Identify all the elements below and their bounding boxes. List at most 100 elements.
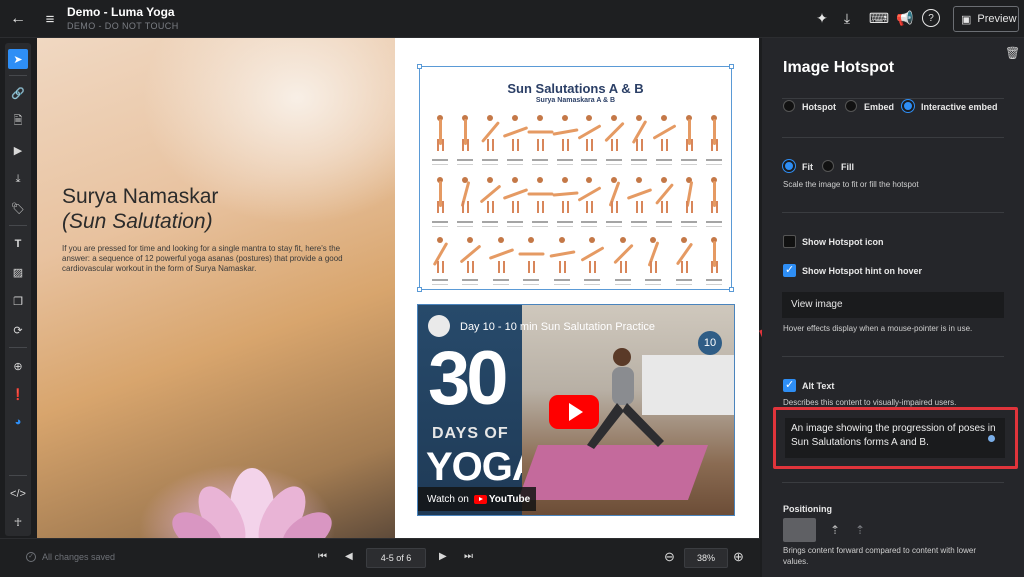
page-body-text[interactable]: If you are pressed for time and looking … <box>62 244 362 274</box>
preview-label: Preview <box>977 13 1017 25</box>
positioning-help: Brings content forward compared to conte… <box>783 546 976 566</box>
page-heading[interactable]: Surya Namaskar <box>62 185 218 209</box>
video-day-badge: 10 <box>698 331 722 355</box>
alt-text-input[interactable]: An image showing the progression of pose… <box>785 418 1005 458</box>
panel-divider <box>782 137 1004 138</box>
next-page-icon[interactable]: ▶ <box>439 551 447 562</box>
zoom-level[interactable]: 38% <box>684 548 728 568</box>
video-cover-number: 30 <box>428 336 509 421</box>
image-hotspot[interactable]: Sun Salutations A & B Surya Namaskara A … <box>417 64 734 292</box>
poster-title: Sun Salutations A & B <box>507 81 644 96</box>
show-hotspot-hint-label[interactable]: Show Hotspot hint on hover <box>802 266 922 276</box>
toolbar-divider <box>9 225 27 226</box>
fit-help-text: Scale the image to fit or fill the hotsp… <box>783 180 919 189</box>
video-embed[interactable]: 30 DAYS OF YOGA Day 10 - 10 min Sun Salu <box>417 304 735 516</box>
show-hotspot-icon-checkbox[interactable] <box>783 235 796 248</box>
radio-hotspot[interactable] <box>783 100 795 112</box>
properties-panel: 🗑 Image Hotspot Hotspot Embed Interactiv… <box>762 38 1024 577</box>
youtube-label: YouTube <box>488 493 531 505</box>
info-badge-icon[interactable]: ❗ <box>8 384 28 404</box>
megaphone-icon[interactable]: 📢 <box>896 9 914 27</box>
import-icon[interactable]: ⤓ <box>8 169 28 189</box>
pose-caption-row <box>432 159 722 165</box>
radio-embed[interactable] <box>845 100 857 112</box>
text-icon[interactable]: T <box>8 234 28 254</box>
channel-avatar[interactable] <box>428 315 450 337</box>
positioning-value-field[interactable] <box>783 518 816 542</box>
select-pointer-icon[interactable]: ➤ <box>8 49 28 69</box>
radio-interactive-embed[interactable] <box>902 100 914 112</box>
radio-fit[interactable] <box>783 160 795 172</box>
add-circle-icon[interactable]: ⊕ <box>8 356 28 376</box>
resize-handle[interactable] <box>417 287 422 292</box>
magic-wand-icon[interactable]: ✦ <box>813 9 831 27</box>
toolbar-divider <box>9 75 27 76</box>
tag-icon[interactable]: 🏷 <box>8 198 28 218</box>
page-right[interactable]: Sun Salutations A & B Surya Namaskara A … <box>395 38 759 538</box>
top-bar: ← ≡ Demo - Luma Yoga DEMO - DO NOT TOUCH… <box>0 0 1024 38</box>
pose-caption-row <box>432 221 722 227</box>
last-page-icon[interactable]: ⏭ <box>464 551 473 562</box>
hover-help-text: Hover effects display when a mouse-point… <box>783 324 973 333</box>
radio-interactive-embed-label[interactable]: Interactive embed <box>921 102 998 112</box>
watch-on-youtube-button[interactable]: Watch on YouTube <box>418 487 536 511</box>
radio-fit-label[interactable]: Fit <box>802 162 813 172</box>
layers-icon[interactable]: ❐ <box>8 291 28 311</box>
refresh-icon[interactable]: ⟳ <box>8 320 28 340</box>
first-page-icon[interactable]: ⏮ <box>318 551 327 562</box>
editor-app: ← ≡ Demo - Luma Yoga DEMO - DO NOT TOUCH… <box>0 0 1024 577</box>
code-icon[interactable]: </> <box>8 484 28 504</box>
pose-caption-row <box>432 279 722 285</box>
trash-icon[interactable]: 🗑 <box>1005 46 1020 60</box>
zoom-out-icon[interactable]: ⊖ <box>664 549 675 565</box>
link-icon[interactable]: 🔗 <box>8 83 28 103</box>
project-subtitle: DEMO - DO NOT TOUCH <box>67 21 179 31</box>
zoom-in-icon[interactable]: ⊕ <box>733 549 744 565</box>
play-button-icon[interactable] <box>549 395 599 429</box>
youtube-logo-icon: YouTube <box>473 493 531 505</box>
resize-handle[interactable] <box>729 287 734 292</box>
page-subheading[interactable]: (Sun Salutation) <box>62 210 213 234</box>
video-cover-days: DAYS OF <box>432 425 509 442</box>
panel-divider <box>782 482 1004 483</box>
pose-row <box>432 115 722 155</box>
video-thumbnail-cover: 30 DAYS OF YOGA <box>418 305 541 515</box>
radio-embed-label[interactable]: Embed <box>864 102 894 112</box>
show-hotspot-icon-label[interactable]: Show Hotspot icon <box>802 237 884 247</box>
panel-divider <box>782 356 1004 357</box>
panel-divider <box>782 98 1004 99</box>
back-arrow-icon[interactable]: ← <box>8 9 28 29</box>
download-icon[interactable]: ⤓ <box>838 9 856 27</box>
bring-forward-icon[interactable]: ⇡ <box>830 523 840 537</box>
video-title[interactable]: Day 10 - 10 min Sun Salutation Practice <box>460 321 655 333</box>
keyboard-icon[interactable]: ⌨ <box>869 9 889 27</box>
send-backward-icon[interactable]: ⇡ <box>855 523 865 537</box>
radio-hotspot-label[interactable]: Hotspot <box>802 102 836 112</box>
hotspot-icon[interactable]: ◕ <box>8 412 28 432</box>
resize-handle[interactable] <box>729 64 734 69</box>
previous-page-icon[interactable]: ◀ <box>345 551 353 562</box>
panel-title: Image Hotspot <box>783 59 895 76</box>
pose-row <box>432 237 722 277</box>
page-icon[interactable]: 🗎 <box>8 111 28 131</box>
bottom-bar: ✓ All changes saved ⏮ ◀ 4-5 of 6 ▶ ⏭ ⊖ 3… <box>0 538 760 577</box>
resize-handle[interactable] <box>417 64 422 69</box>
radio-fill-label[interactable]: Fill <box>841 162 854 172</box>
radio-fill[interactable] <box>822 160 834 172</box>
menu-icon[interactable]: ≡ <box>40 9 60 29</box>
left-toolbar: ➤ 🔗 🗎 ▶ ⤓ 🏷 T ▨ ❐ ⟳ ⊕ ❗ ◕ </> ☥ <box>5 43 31 536</box>
page-indicator[interactable]: 4-5 of 6 <box>366 548 426 568</box>
image-icon[interactable]: ▨ <box>8 262 28 282</box>
preview-button[interactable]: ▣ Preview <box>953 6 1019 32</box>
page-left[interactable]: Surya Namaskar (Sun Salutation) If you a… <box>37 38 395 538</box>
alt-text-checkbox[interactable] <box>783 378 796 392</box>
watch-on-label: Watch on <box>427 493 469 505</box>
alt-text-label[interactable]: Alt Text <box>802 381 834 391</box>
project-title: Demo - Luma Yoga <box>67 5 175 19</box>
accessibility-icon[interactable]: ☥ <box>8 512 28 532</box>
alt-text-highlight: An image showing the progression of pose… <box>773 407 1018 469</box>
help-icon[interactable]: ? <box>922 9 940 27</box>
video-icon[interactable]: ▶ <box>8 140 28 160</box>
hotspot-hint-input[interactable]: View image <box>782 292 1004 318</box>
show-hotspot-hint-checkbox[interactable] <box>783 263 796 277</box>
